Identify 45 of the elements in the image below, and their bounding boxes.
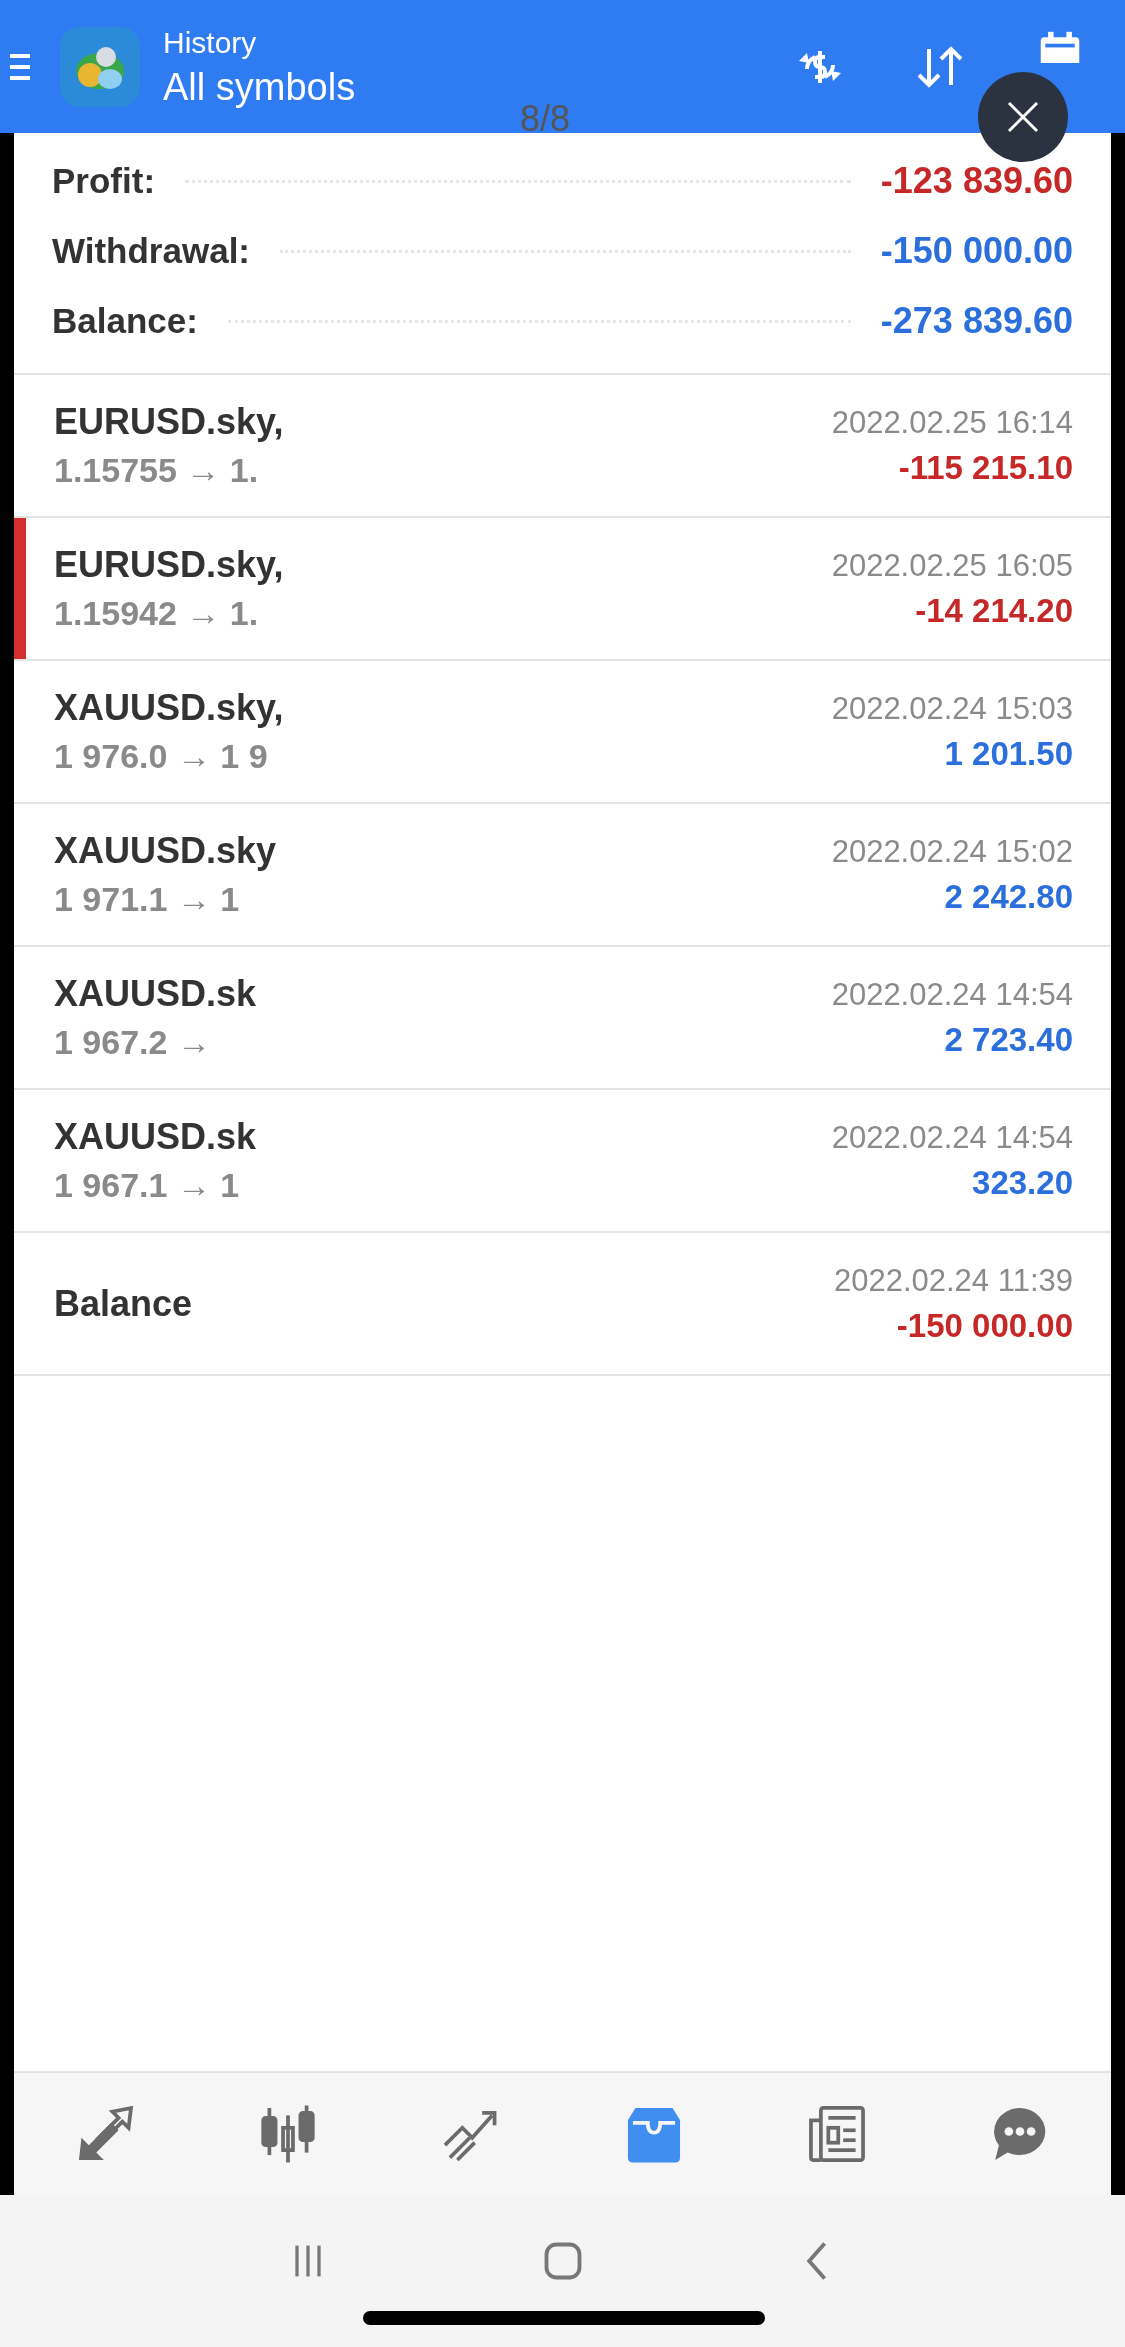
deal-result: 2 723.40: [944, 1020, 1073, 1059]
deal-symbol: XAUUSD.sky,: [54, 687, 284, 729]
deal-row[interactable]: EURUSD.sky, 1.15942 → 1. 2022.02.25 16:05 -14 214.20: [14, 518, 1111, 661]
deal-result: 2 242.80: [944, 877, 1073, 916]
deal-prices: 1 967.2 →: [54, 1023, 212, 1062]
deal-time: 2022.02.24 15:03: [831, 690, 1073, 727]
deal-prices: 1.15942 → 1.: [54, 594, 260, 633]
summary-label: Withdrawal:: [52, 231, 251, 271]
deal-time: 2022.02.25 16:05: [831, 547, 1073, 584]
deal-prices: 1 971.1 → 1: [54, 880, 241, 919]
deal-row[interactable]: XAUUSD.sky 1 971.1 → 1 2022.02.24 15:02 2 242.80: [14, 804, 1111, 947]
menu-icon[interactable]: [10, 51, 30, 82]
symbol-filter[interactable]: All symbols: [163, 62, 356, 111]
deal-symbol: XAUUSD.sk: [54, 1116, 257, 1158]
deal-result: -115 215.10: [898, 448, 1073, 487]
summary-label: Profit:: [52, 161, 156, 201]
deal-symbol: XAUUSD.sky: [54, 830, 277, 872]
deal-row[interactable]: XAUUSD.sk 1 967.2 → 2022.02.24 14:54 2 723.40: [14, 947, 1111, 1090]
screen-title: History: [163, 24, 258, 61]
deal-time: 2022.02.24 14:54: [831, 1119, 1073, 1156]
summary-value: -123 839.60: [880, 160, 1073, 202]
deal-prices: 1.15755 → 1.: [54, 451, 260, 490]
app-logo-icon: [60, 26, 140, 107]
deal-row[interactable]: XAUUSD.sk 1 967.1 → 1 2022.02.24 14:54 323.20: [14, 1090, 1111, 1233]
deal-symbol: EURUSD.sky,: [54, 544, 284, 586]
summary-label: Balance:: [52, 301, 198, 341]
deal-result: -14 214.20: [915, 591, 1073, 630]
deal-row[interactable]: EURUSD.sky, 1.15755 → 1. 2022.02.25 16:14 -115 215.10: [14, 375, 1111, 518]
summary-value: -150 000.00: [880, 230, 1073, 272]
deal-time: 2022.02.24 15:02: [831, 833, 1073, 870]
deal-symbol: Balance: [54, 1282, 193, 1325]
deal-prices: 1 976.0 → 1 9: [54, 737, 269, 776]
deal-row[interactable]: Balance 2022.02.24 11:39 -150 000.00: [14, 1233, 1111, 1376]
deal-symbol: XAUUSD.sk: [54, 973, 257, 1015]
summary-value: -273 839.60: [880, 300, 1073, 342]
deal-time: 2022.02.24 11:39: [833, 1262, 1073, 1299]
deal-time: 2022.02.25 16:14: [831, 404, 1073, 441]
deal-time: 2022.02.24 14:54: [831, 976, 1073, 1013]
image-counter: 8/8: [520, 98, 571, 140]
deal-prices: 1 967.1 → 1: [54, 1166, 241, 1205]
deal-result: 323.20: [972, 1163, 1073, 1202]
deal-row[interactable]: XAUUSD.sky, 1 976.0 → 1 9 2022.02.24 15:03 1 201.50: [14, 661, 1111, 804]
deal-result: -150 000.00: [896, 1306, 1073, 1345]
deal-symbol: EURUSD.sky,: [54, 401, 284, 443]
deal-result: 1 201.50: [944, 734, 1073, 773]
